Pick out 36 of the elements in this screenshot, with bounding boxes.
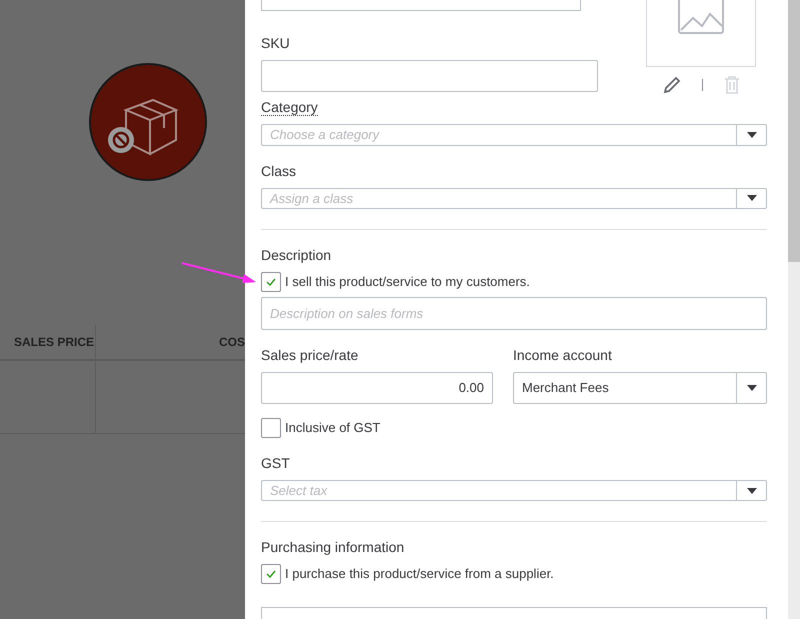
checkmark-icon (266, 570, 276, 578)
text-area[interactable] (261, 0, 581, 11)
description-field[interactable]: Description on sales forms (261, 296, 767, 330)
column-header: COS (218, 334, 245, 351)
field-label: GST (261, 454, 290, 471)
caret-icon (746, 488, 756, 494)
checkbox[interactable] (261, 564, 281, 584)
checkbox-label: I sell this product/service to my customers. (285, 272, 530, 291)
product-avatar-icon (88, 62, 208, 182)
caret-icon (746, 195, 756, 202)
column-header: SALES PRICE (14, 334, 94, 351)
field-label: Class (261, 162, 296, 178)
input-field[interactable] (261, 606, 767, 619)
image-icon (678, 0, 724, 34)
trash-icon[interactable] (722, 75, 740, 95)
dropdown-field[interactable]: Merchant Fees (513, 372, 767, 404)
checkmark-icon (266, 278, 276, 286)
scrollbar[interactable] (788, 0, 800, 619)
field-label: Description (261, 246, 332, 263)
pencil-icon[interactable] (662, 75, 682, 95)
caret-icon (746, 132, 756, 138)
caret-icon (746, 384, 756, 391)
price-field[interactable]: 0.00 (261, 372, 493, 404)
field-label: Purchasing information (261, 538, 404, 555)
checkbox-label: I purchase this product/service from a supplier. (285, 565, 554, 584)
field-label: SKU (261, 35, 290, 51)
checkbox-label: Inclusive of GST (285, 419, 380, 438)
input-field[interactable] (261, 60, 598, 92)
field-label: Sales price/rate (261, 346, 358, 363)
dropdown-field[interactable]: Assign a class (261, 188, 767, 209)
checkbox[interactable] (261, 272, 281, 292)
dropdown-field[interactable]: Choose a category (261, 124, 767, 146)
field-label: Income account (513, 346, 612, 363)
field-label: Category (261, 99, 318, 116)
dropdown-field[interactable]: Select tax (261, 480, 767, 502)
checkbox[interactable] (261, 418, 281, 438)
